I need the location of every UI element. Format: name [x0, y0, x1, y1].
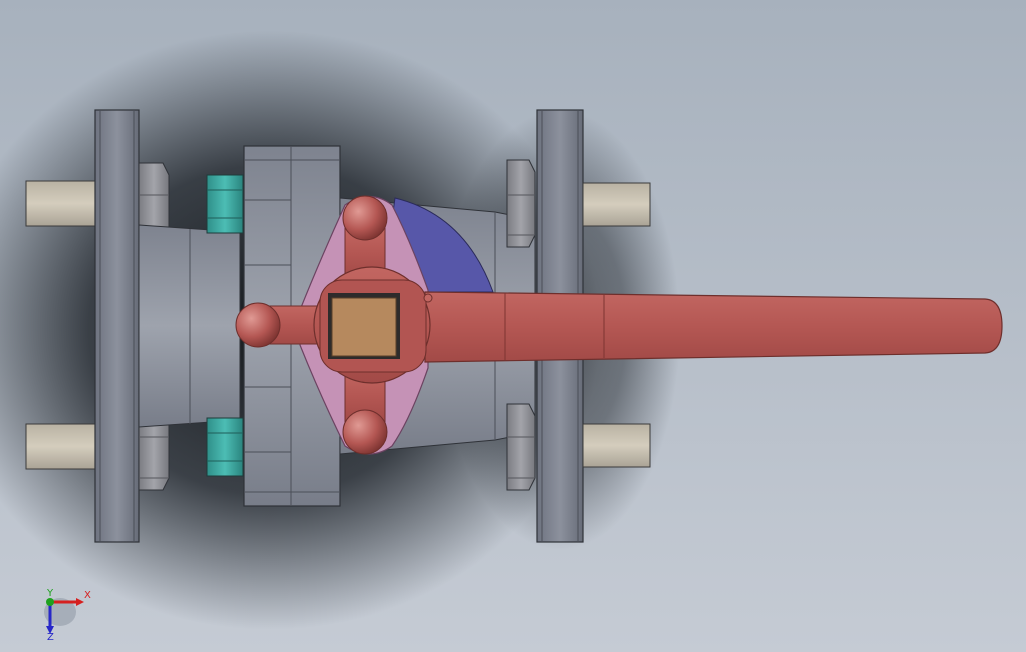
y-axis — [46, 598, 54, 606]
z-axis-label: Z — [47, 632, 54, 640]
left-body-section[interactable] — [138, 224, 241, 428]
x-axis-arrow — [76, 598, 84, 606]
valve-model-view[interactable] — [0, 0, 1026, 652]
stem-square — [331, 297, 397, 357]
y-axis-label: Y — [46, 588, 54, 599]
stem-housing[interactable] — [313, 266, 433, 384]
x-axis-label: X — [84, 590, 91, 601]
left-flange[interactable] — [94, 109, 140, 543]
lever-handle[interactable] — [424, 291, 1003, 363]
left-knob[interactable] — [235, 302, 318, 348]
coordinate-triad[interactable]: X Y Z — [38, 584, 98, 640]
cad-viewport[interactable]: X Y Z — [0, 0, 1026, 652]
